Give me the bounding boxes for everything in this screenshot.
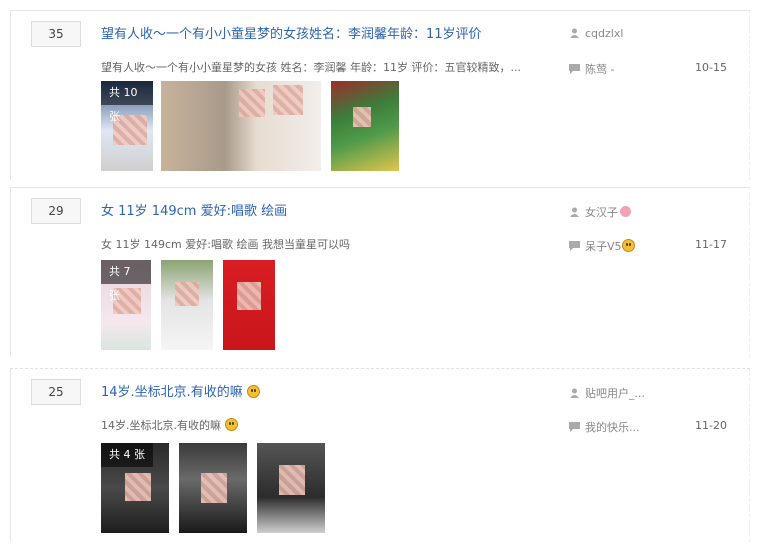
- thread-author[interactable]: cqdzlxl: [569, 27, 623, 40]
- thread-item[interactable]: 29 女 11岁 149cm 爱好:唱歌 绘画 女 11岁 149cm 爱好:唱…: [10, 187, 750, 357]
- thread-thumbnail[interactable]: [161, 81, 321, 171]
- thread-title-link[interactable]: 望有人收～一个有小小童星梦的女孩姓名：李润馨年龄：11岁评价: [101, 23, 482, 42]
- thread-thumbnail[interactable]: 共 10 张: [101, 81, 153, 171]
- blurred-face: [201, 473, 227, 503]
- thread-title-link[interactable]: 女 11岁 149cm 爱好:唱歌 绘画: [101, 200, 287, 219]
- blurred-face: [237, 282, 261, 310]
- thread-item[interactable]: 35 望有人收～一个有小小童星梦的女孩姓名：李润馨年龄：11岁评价 望有人收～一…: [10, 10, 750, 180]
- grin-emoji-icon: [621, 239, 635, 252]
- thread-title: 14岁.坐标北京.有收的嘛: [101, 381, 260, 400]
- thread-summary: 14岁.坐标北京.有收的嘛: [101, 419, 221, 432]
- grin-emoji-icon: [246, 385, 260, 398]
- image-count-label: 共 7 张: [101, 260, 151, 302]
- thread-summary-wrap: 14岁.坐标北京.有收的嘛: [101, 417, 238, 433]
- last-reply-name: 我的快乐...: [585, 421, 640, 434]
- last-reply-name: 陈莺 -: [585, 63, 615, 76]
- comment-icon: [569, 422, 580, 432]
- grin-emoji-icon: [224, 418, 238, 431]
- author-name: 女汉子: [585, 206, 618, 219]
- last-reply-user[interactable]: 我的快乐...: [569, 419, 640, 435]
- thread-thumbnail[interactable]: [257, 443, 325, 533]
- thread-thumbnail[interactable]: 共 7 张: [101, 260, 151, 350]
- comment-icon: [569, 241, 580, 251]
- thread-title-link[interactable]: 14岁.坐标北京.有收的嘛: [101, 385, 243, 400]
- image-count-label: 共 10 张: [101, 81, 153, 123]
- reply-count-badge: 29: [31, 198, 81, 224]
- blurred-face: [353, 107, 371, 127]
- author-name: 贴吧用户_...: [585, 387, 645, 400]
- reply-count-badge: 35: [31, 21, 81, 47]
- thread-thumbnail[interactable]: [161, 260, 213, 350]
- blurred-face: [273, 85, 303, 115]
- comment-icon: [569, 64, 580, 74]
- blurred-face: [239, 89, 265, 117]
- last-reply-name: 呆子V5: [585, 240, 622, 253]
- thread-thumbnail[interactable]: 共 4 张: [101, 443, 169, 533]
- last-reply-date: 11-20: [695, 419, 727, 432]
- user-icon: [570, 28, 579, 38]
- author-name: cqdzlxl: [585, 27, 624, 40]
- thread-thumbnail[interactable]: [179, 443, 247, 533]
- thread-thumbnail[interactable]: [331, 81, 399, 171]
- last-reply-date: 11-17: [695, 238, 727, 251]
- blurred-face: [279, 465, 305, 495]
- last-reply-user[interactable]: 呆子V5: [569, 238, 635, 254]
- user-icon: [570, 207, 579, 217]
- thread-item[interactable]: 25 14岁.坐标北京.有收的嘛 14岁.坐标北京.有收的嘛 贴吧用户_... …: [10, 368, 750, 542]
- last-reply-user[interactable]: 陈莺 -: [569, 61, 614, 77]
- thread-author[interactable]: 女汉子: [569, 204, 631, 220]
- thread-summary: 女 11岁 149cm 爱好:唱歌 绘画 我想当童星可以吗: [101, 238, 350, 251]
- blurred-face: [175, 282, 199, 306]
- image-count-label: 共 4 张: [101, 443, 153, 467]
- thread-summary: 望有人收～一个有小小童星梦的女孩 姓名：李润馨 年龄：11岁 评价：五官较精致，…: [101, 61, 521, 74]
- last-reply-date: 10-15: [695, 61, 727, 74]
- reply-count-badge: 25: [31, 379, 81, 405]
- thread-author[interactable]: 贴吧用户_...: [569, 385, 645, 401]
- blurred-face: [125, 473, 151, 501]
- flower-icon: [620, 206, 631, 217]
- user-icon: [570, 388, 579, 398]
- thread-thumbnail[interactable]: [223, 260, 275, 350]
